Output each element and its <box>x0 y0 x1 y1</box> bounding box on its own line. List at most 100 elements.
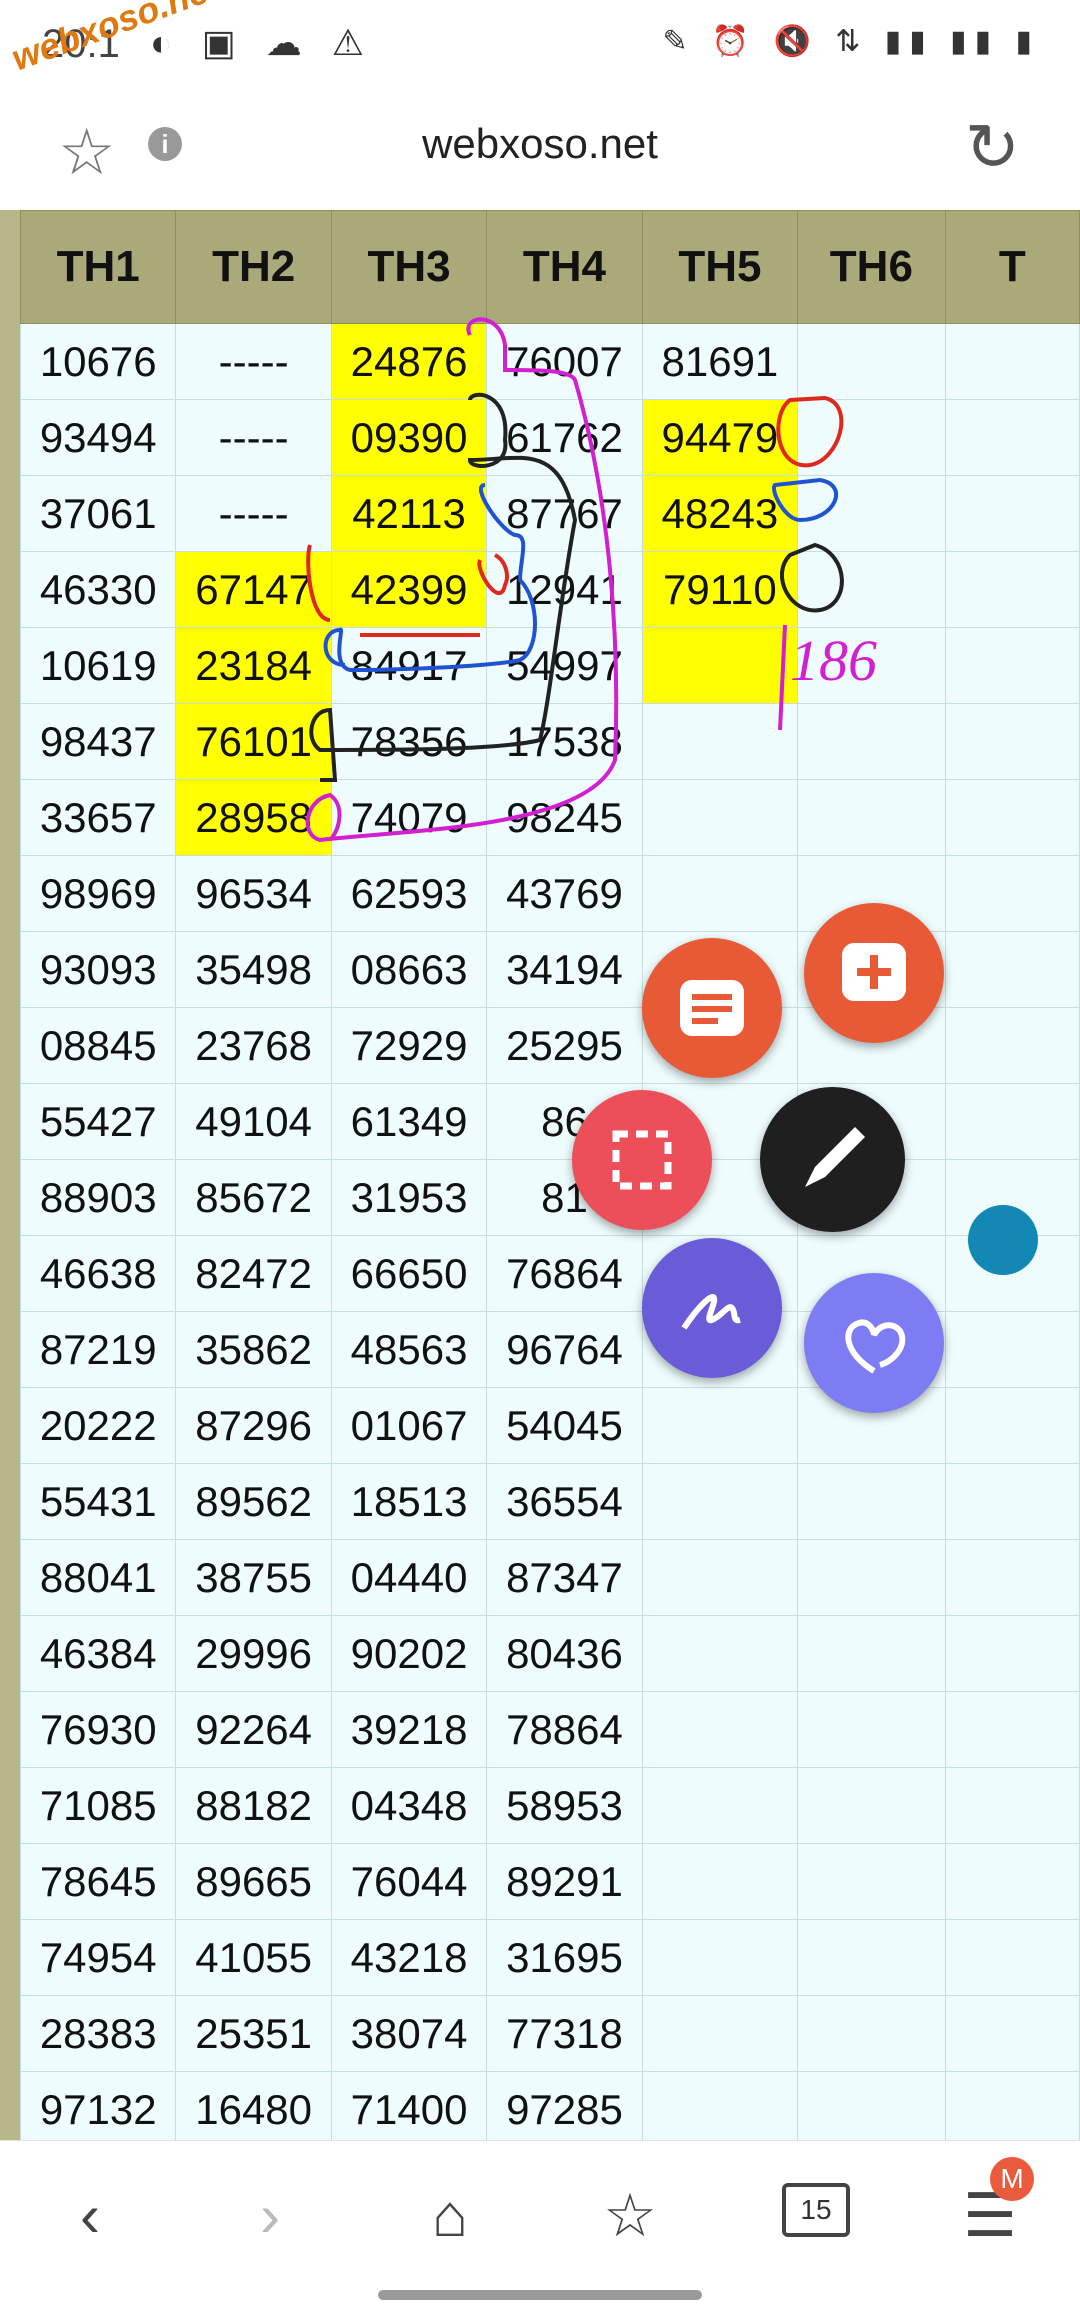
table-cell: 04348 <box>330 1767 488 1844</box>
table-cell <box>641 1995 799 2072</box>
table-cell: 49104 <box>175 1083 332 1160</box>
table-cell <box>797 1843 946 1920</box>
table-cell: 36554 <box>486 1463 643 1540</box>
table-cell <box>641 1843 799 1920</box>
table-cell: 90202 <box>330 1615 488 1692</box>
table-cell: 84917 <box>330 627 488 704</box>
status-icons-left: ◐ ▣ ☁ ⚠ <box>150 22 375 63</box>
table-cell: ----- <box>175 323 332 400</box>
table-cell <box>944 399 1080 476</box>
table-row: 76930 92264 39218 78864 <box>19 1691 1080 1768</box>
table-cell: 88041 <box>19 1539 177 1616</box>
reload-icon[interactable]: ↻ <box>965 109 1020 186</box>
table-cell: 37061 <box>19 475 177 552</box>
table-cell <box>641 1919 799 1996</box>
back-icon[interactable]: ‹ <box>30 2171 150 2261</box>
table-cell <box>641 1539 799 1616</box>
side-strip <box>0 210 20 2140</box>
table-cell <box>797 399 946 476</box>
table-cell: 38755 <box>175 1539 332 1616</box>
table-cell <box>944 1387 1080 1464</box>
table-cell: 04440 <box>330 1539 488 1616</box>
table-cell: 71085 <box>19 1767 177 1844</box>
table-cell: 98437 <box>19 703 177 780</box>
table-cell <box>641 855 799 932</box>
table-cell: ----- <box>175 475 332 552</box>
table-cell: 62593 <box>330 855 488 932</box>
table-cell: 42399 <box>330 551 488 628</box>
table-cell <box>944 1539 1080 1616</box>
table-cell <box>641 703 799 780</box>
table-row: 78645 89665 76044 89291 <box>19 1843 1080 1920</box>
table-cell: 87219 <box>19 1311 177 1388</box>
table-cell: 31953 <box>330 1159 488 1236</box>
table-row: 10619 23184 84917 54997 <box>19 627 1080 704</box>
table-cell <box>944 1615 1080 1692</box>
table-row: 71085 88182 04348 58953 <box>19 1767 1080 1844</box>
table-cell <box>641 627 799 704</box>
table-cell: 80436 <box>486 1615 643 1692</box>
table-cell: 55431 <box>19 1463 177 1540</box>
screen-select-button[interactable] <box>572 1090 712 1230</box>
table-cell <box>944 627 1080 704</box>
table-cell: 10676 <box>19 323 177 400</box>
table-cell: 96534 <box>175 855 332 932</box>
table-cell: 46384 <box>19 1615 177 1692</box>
table-row: 33657 28958 74079 98245 <box>19 779 1080 856</box>
table-cell: 41055 <box>175 1919 332 1996</box>
bookmarks-icon[interactable]: ☆ <box>570 2171 690 2261</box>
table-cell <box>944 1691 1080 1768</box>
table-cell: 67147 <box>175 551 332 628</box>
table-cell <box>797 551 946 628</box>
table-cell: 98245 <box>486 779 643 856</box>
table-cell <box>797 323 946 400</box>
table-cell: 96764 <box>486 1311 643 1388</box>
home-indicator <box>378 2290 702 2300</box>
table-cell <box>797 1919 946 1996</box>
table-row: 46330 67147 42399 12941 79110 <box>19 551 1080 628</box>
table-cell: 46638 <box>19 1235 177 1312</box>
table-cell: 76864 <box>486 1235 643 1312</box>
table-cell: 54997 <box>486 627 643 704</box>
pen-button[interactable] <box>760 1087 905 1232</box>
menu-badge: M <box>990 2157 1034 2201</box>
table-cell <box>944 1083 1080 1160</box>
table-cell: 78645 <box>19 1843 177 1920</box>
smart-select-button[interactable] <box>642 1238 782 1378</box>
heart-button[interactable] <box>804 1273 944 1413</box>
table-cell: 72929 <box>330 1007 488 1084</box>
table-cell: 43218 <box>330 1919 488 1996</box>
table-cell: 35862 <box>175 1311 332 1388</box>
table-cell: 74079 <box>330 779 488 856</box>
url-text[interactable]: webxoso.net <box>0 120 1080 168</box>
add-note-button[interactable] <box>804 903 944 1043</box>
table-cell: 17538 <box>486 703 643 780</box>
tabs-count[interactable]: 15 <box>782 2183 850 2237</box>
column-header: TH3 <box>330 210 488 324</box>
table-row: 74954 41055 43218 31695 <box>19 1919 1080 1996</box>
table-cell: 93093 <box>19 931 177 1008</box>
table-row: 88903 85672 31953 81 <box>19 1159 1080 1236</box>
table-cell: 87296 <box>175 1387 332 1464</box>
table-cell <box>944 855 1080 932</box>
table-cell: 28383 <box>19 1995 177 2072</box>
table-row: 55427 49104 61349 86 <box>19 1083 1080 1160</box>
table-cell <box>797 2071 946 2140</box>
table-cell <box>944 551 1080 628</box>
table-cell <box>944 1767 1080 1844</box>
table-cell: 28958 <box>175 779 332 856</box>
table-row: 88041 38755 04440 87347 <box>19 1539 1080 1616</box>
table-cell: 85672 <box>175 1159 332 1236</box>
table-cell <box>944 1919 1080 1996</box>
table-cell <box>641 1463 799 1540</box>
floating-handle[interactable] <box>968 1205 1038 1275</box>
table-cell: 89562 <box>175 1463 332 1540</box>
table-cell: 16480 <box>175 2071 332 2140</box>
table-cell <box>797 1615 946 1692</box>
table-cell: 76930 <box>19 1691 177 1768</box>
notes-button[interactable] <box>642 938 782 1078</box>
table-cell <box>641 1387 799 1464</box>
table-cell: 55427 <box>19 1083 177 1160</box>
home-icon[interactable]: ⌂ <box>390 2171 510 2261</box>
forward-icon[interactable]: › <box>210 2171 330 2261</box>
